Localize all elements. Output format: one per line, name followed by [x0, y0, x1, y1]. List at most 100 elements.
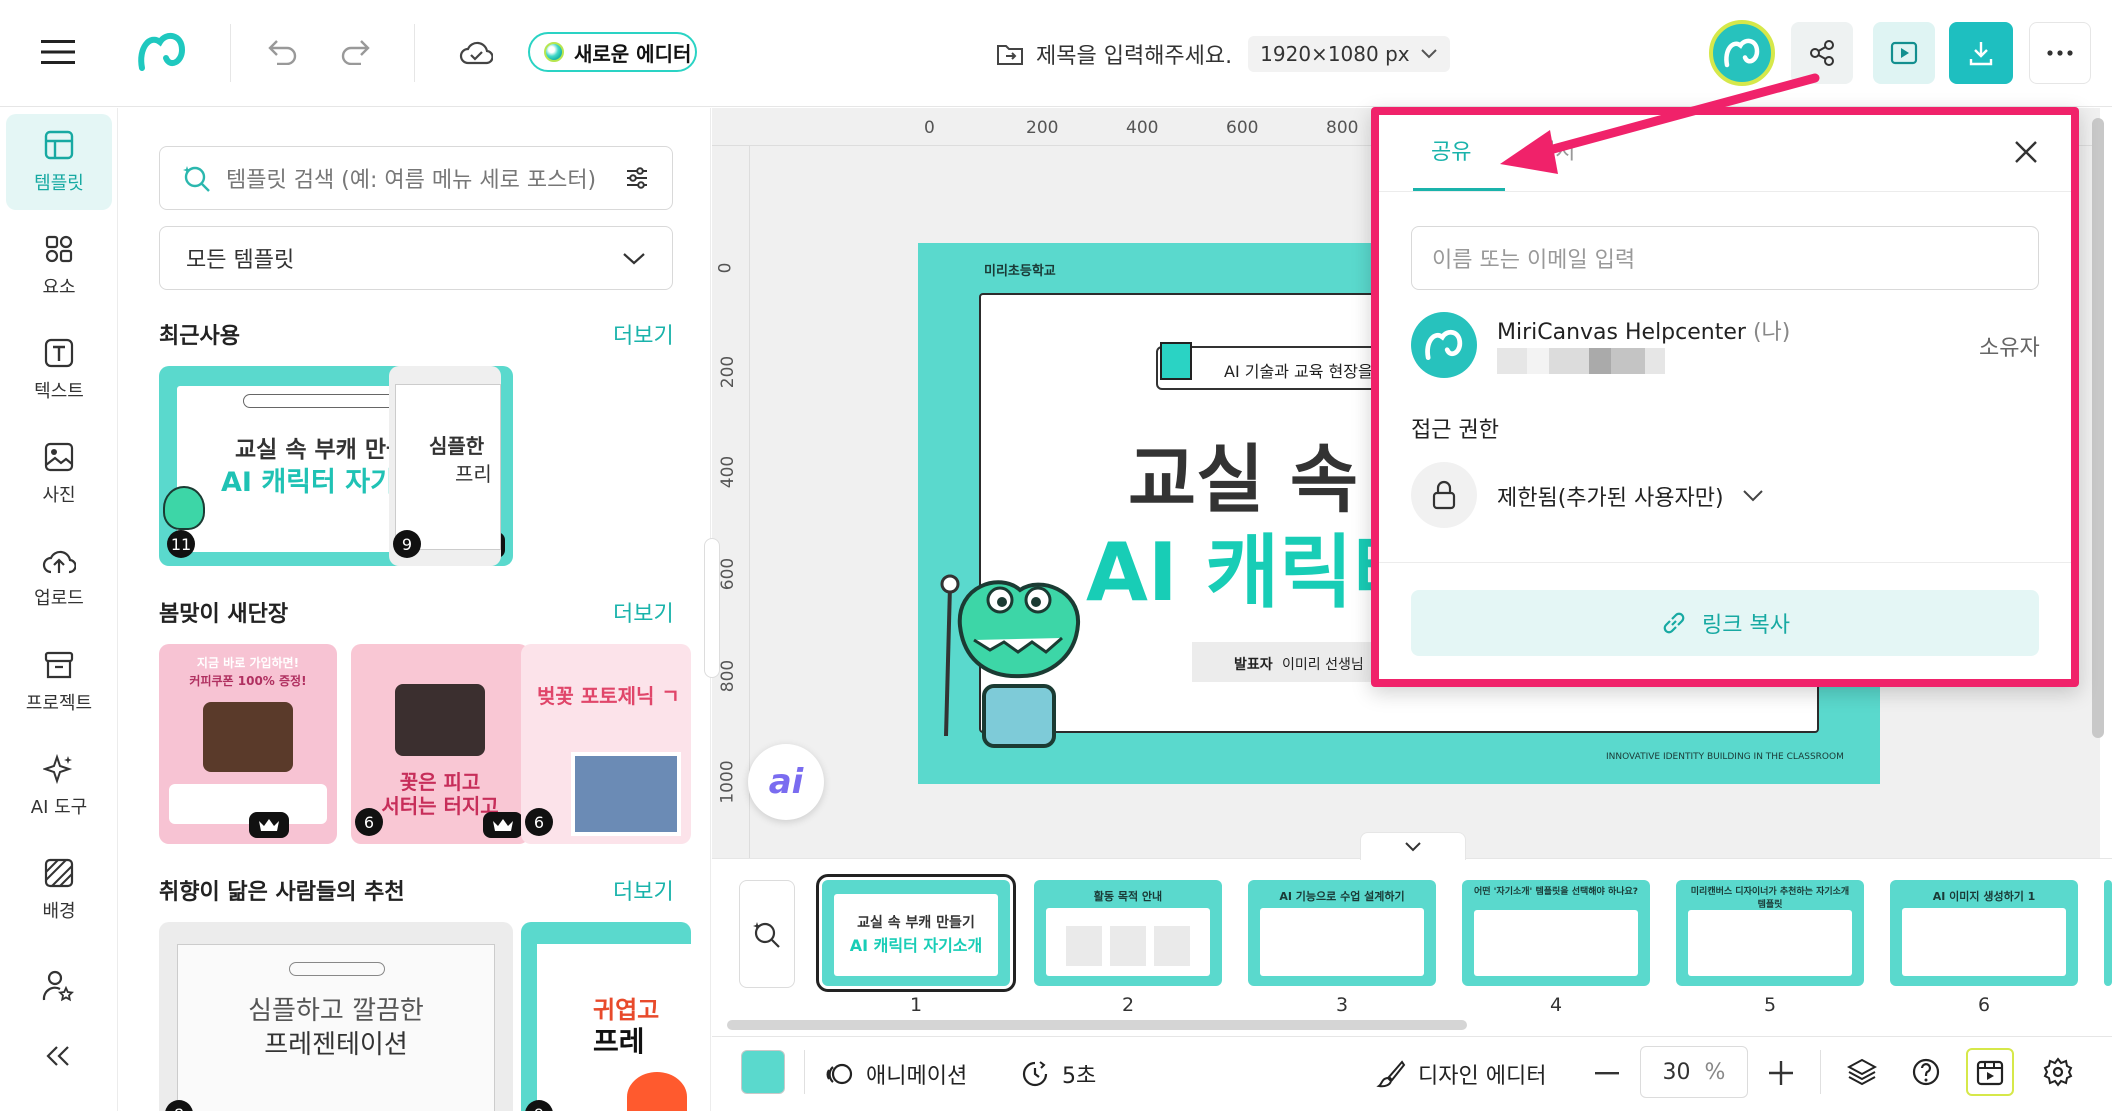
divider	[1820, 1050, 1821, 1094]
page-thumb-2[interactable]: 활동 목적 안내	[1034, 880, 1222, 986]
present-button[interactable]	[1873, 22, 1935, 84]
collapse-panel-icon[interactable]	[42, 1040, 74, 1072]
ruler-tick: 0	[924, 118, 935, 138]
page-thumb-6[interactable]: AI 이미지 생성하기 1	[1890, 880, 2078, 986]
thumb-inner	[1902, 908, 2066, 976]
template-search-input[interactable]: 템플릿 검색 (예: 여름 메뉴 세로 포스터)	[159, 146, 673, 210]
template-category-dropdown[interactable]: 모든 템플릿	[159, 226, 673, 290]
dropdown-value: 모든 템플릿	[186, 248, 295, 273]
see-more-link[interactable]: 더보기	[613, 874, 674, 906]
new-editor-button[interactable]: 새로운 에디터	[528, 32, 697, 72]
presenter-name: 이미리 선생님	[1282, 657, 1364, 673]
filter-icon[interactable]	[624, 165, 650, 191]
rail-item-text[interactable]: 텍스트	[6, 322, 112, 418]
zoom-in-icon[interactable]	[1766, 1058, 1796, 1088]
page-count-badge: 6	[355, 808, 383, 836]
layers-icon[interactable]	[1844, 1054, 1880, 1090]
crocodile-character	[930, 566, 1090, 756]
rail-item-project[interactable]: 프로젝트	[6, 634, 112, 730]
collapse-filmstrip-button[interactable]	[1360, 832, 1466, 860]
zoom-unit: %	[1704, 1059, 1726, 1085]
logo-icon[interactable]	[136, 28, 188, 76]
menu-icon[interactable]	[40, 36, 76, 68]
page-thumb-title: 교실 속 부캐 만들기	[857, 915, 975, 931]
rail-item-template[interactable]: 템플릿	[6, 114, 112, 210]
panel-resize-handle[interactable]	[704, 538, 720, 678]
template-thumb[interactable]: 꽃은 피고 서터는 터지고 6	[351, 644, 529, 844]
invite-email-input[interactable]: 이름 또는 이메일 입력	[1411, 226, 2039, 290]
canvas-vertical-scrollbar[interactable]	[2092, 118, 2104, 738]
rail-item-label: 텍스트	[34, 381, 84, 402]
title-input[interactable]: 제목을 입력해주세요.	[1036, 38, 1232, 70]
rail-item-label: 템플릿	[34, 173, 84, 194]
see-more-link[interactable]: 더보기	[613, 596, 674, 628]
rail-item-upload[interactable]: 업로드	[6, 530, 112, 626]
page-count-badge: 9	[393, 530, 421, 558]
background-color-swatch[interactable]	[741, 1050, 785, 1094]
rail-item-label: 사진	[42, 485, 76, 506]
page-view-icon[interactable]	[1966, 1048, 2014, 1096]
tab-share[interactable]: 공유	[1431, 134, 1471, 166]
help-icon[interactable]	[1908, 1054, 1944, 1090]
template-thumb[interactable]: 지금 바로 가입하면! 커피쿠폰 100% 증정!	[159, 644, 337, 844]
move-to-folder-icon[interactable]	[996, 42, 1024, 66]
page-thumb-3[interactable]: AI 기능으로 수업 설계하기	[1248, 880, 1436, 986]
rail-item-background[interactable]: 배경	[6, 842, 112, 938]
copy-link-button[interactable]: 링크 복사	[1411, 590, 2039, 656]
section-title: 봄맞이 새단장	[159, 602, 289, 627]
thumb-subtitle: 프레젠테이션	[264, 1030, 408, 1060]
animation-icon	[826, 1063, 853, 1085]
page-thumb-title: 미리캔버스 디자이너가 추천하는 자기소개 템플릿	[1690, 887, 1850, 910]
more-options-button[interactable]	[2029, 22, 2091, 84]
template-thumb[interactable]: 심플하고 깔끔한 프레젠테이션 8	[159, 922, 513, 1111]
template-thumb[interactable]: 벚꽃 포토제닉 ㄱ 6	[521, 644, 691, 844]
page-thumb-4[interactable]: 어떤 '자기소개' 템플릿을 선택해야 하나요?	[1462, 880, 1650, 986]
thumb-title: 심플한	[429, 434, 485, 458]
thumb-card	[1110, 926, 1146, 966]
chevron-down-icon	[1405, 841, 1421, 851]
link-icon	[1663, 612, 1685, 634]
access-level-dropdown[interactable]: 제한됨(추가된 사용자만)	[1497, 480, 1764, 512]
thumb-card	[1066, 926, 1102, 966]
canvas-size-dropdown[interactable]: 1920×1080 px	[1248, 36, 1450, 72]
text-icon	[44, 338, 74, 368]
rail-item-label: 프로젝트	[25, 693, 93, 714]
rail-item-photo[interactable]: 사진	[6, 426, 112, 522]
cloud-saved-icon[interactable]	[456, 34, 496, 70]
download-button[interactable]	[1949, 22, 2013, 84]
page-thumb-subtitle: AI 캐릭터 자기소개	[849, 936, 983, 955]
see-more-link[interactable]: 더보기	[613, 318, 674, 350]
document-title[interactable]: 제목을 입력해주세요. 1920×1080 px	[996, 34, 1450, 74]
thumb-inner	[1260, 908, 1424, 976]
page-thumb-5[interactable]: 미리캔버스 디자이너가 추천하는 자기소개 템플릿	[1676, 880, 1864, 986]
design-editor-button[interactable]: 디자인 에디터	[1376, 1052, 1546, 1096]
divider	[414, 24, 415, 82]
ai-assistant-button[interactable]: ai	[748, 744, 824, 820]
user-star-icon[interactable]	[40, 966, 76, 1006]
duration-button[interactable]: 5초	[1020, 1052, 1096, 1096]
animation-button[interactable]: 애니메이션	[824, 1052, 967, 1096]
close-icon[interactable]	[2008, 134, 2044, 170]
page-number: 4	[1549, 994, 1563, 1016]
owner-role: 소유자	[1979, 336, 2040, 361]
owner-name: MiriCanvas Helpcenter (나)	[1497, 314, 1790, 346]
filmstrip-scrollbar[interactable]	[727, 1020, 1467, 1030]
school-name: 미리초등학교	[984, 264, 1056, 279]
settings-icon[interactable]	[2040, 1054, 2076, 1090]
ruler-tick: 600	[718, 557, 739, 591]
page-thumb-1[interactable]: 교실 속 부캐 만들기 AI 캐릭터 자기소개	[816, 874, 1016, 992]
page-thumb-title: AI 기능으로 수업 설계하기	[1279, 890, 1405, 903]
zoom-out-icon[interactable]	[1592, 1058, 1622, 1088]
design-editor-label: 디자인 에디터	[1418, 1064, 1547, 1089]
undo-icon[interactable]	[264, 34, 300, 70]
rail-item-elements[interactable]: 요소	[6, 218, 112, 314]
template-thumb[interactable]: 심플한 프리 9	[389, 366, 501, 566]
zoom-input[interactable]: 30 %	[1640, 1046, 1748, 1098]
upload-icon	[42, 550, 76, 574]
rail-item-ai-tools[interactable]: AI 도구	[6, 738, 112, 834]
redo-icon[interactable]	[338, 34, 374, 70]
page-thumb-partial[interactable]	[2104, 880, 2112, 986]
page-search-button[interactable]	[739, 880, 795, 988]
template-thumb[interactable]: 귀엽고 프레 9	[521, 922, 691, 1111]
bookmark-icon	[1160, 342, 1192, 380]
